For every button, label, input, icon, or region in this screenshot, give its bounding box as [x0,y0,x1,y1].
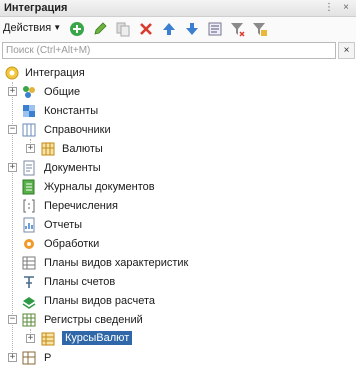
tree-item[interactable]: + Общие [0,83,356,102]
tree-item-label: Перечисления [44,200,118,212]
window-titlebar: Интеграция ⋮ × [0,0,356,17]
filter-icon[interactable] [230,21,246,37]
tree-item-label: Р [44,352,52,364]
move-up-icon[interactable] [161,21,177,37]
chevron-down-icon: ▼ [53,23,62,32]
tree-item[interactable]: Журналы документов [0,178,356,197]
reports-icon [23,217,35,233]
tree-item[interactable]: + Документы [0,159,356,178]
catalog-item-icon [41,142,55,156]
tree-item-label: КурсыВалют [62,331,133,345]
tree-item-label: Обработки [44,238,100,250]
tree-item[interactable]: Планы видов характеристик [0,254,356,273]
expand-icon[interactable]: + [8,163,17,172]
calc-types-icon [22,297,36,309]
constants-icon [23,105,35,117]
tree-item-label: Константы [44,105,99,117]
tree-item[interactable]: Отчеты [0,216,356,235]
search-clear-button[interactable]: × [338,42,355,59]
doc-journals-icon [22,179,35,195]
tree-item[interactable]: + КурсыВалют [0,330,356,349]
search-input[interactable]: Поиск (Ctrl+Alt+M) [2,42,336,59]
tree-item-label: Планы видов расчета [44,295,156,307]
tree-item-label: Справочники [44,124,111,136]
tree-item[interactable]: Интеграция [0,64,356,83]
tree-item-label: Интеграция [25,67,85,79]
tree-item[interactable]: Константы [0,102,356,121]
chart-of-accounts-icon [24,276,34,288]
accumulation-registers-icon [22,351,36,365]
collapse-icon[interactable]: − [8,125,17,134]
properties-icon[interactable] [207,21,223,37]
expand-icon[interactable]: + [26,334,35,343]
char-types-icon [22,256,36,270]
info-registers-icon [22,313,36,327]
tree-item[interactable]: − Регистры сведений [0,311,356,330]
collapse-icon[interactable]: − [8,315,17,324]
move-down-icon[interactable] [184,21,200,37]
common-icon [23,86,35,98]
menu-dots-icon[interactable]: ⋮ [322,1,336,15]
tree-item-label: Планы счетов [44,276,116,288]
tree-item[interactable]: + Валюты [0,140,356,159]
register-item-icon [41,332,55,346]
documents-icon [23,160,35,176]
actions-menu-button[interactable]: Действия ▼ [3,22,61,34]
expand-icon[interactable]: + [8,87,17,96]
edit-icon[interactable] [92,21,108,37]
tree-item-label: Отчеты [44,219,83,231]
delete-icon[interactable] [138,21,154,37]
data-processors-icon [24,239,34,249]
tree-item[interactable]: Планы видов расчета [0,292,356,311]
tree-item[interactable]: − Справочники [0,121,356,140]
window-title: Интеграция [4,2,68,14]
catalogs-icon [22,123,36,137]
copy-icon[interactable] [115,21,131,37]
tree-item-label: Регистры сведений [44,314,143,326]
tree-item[interactable]: Перечисления [0,197,356,216]
tree-item[interactable]: Обработки [0,235,356,254]
expand-icon[interactable]: + [26,144,35,153]
tree-item-label: Общие [44,86,81,98]
actions-label: Действия [3,22,52,34]
tree-item-label: Журналы документов [44,181,155,193]
toolbar: Действия ▼ [0,17,356,42]
add-icon[interactable] [69,21,85,37]
tree-item-label: Планы видов характеристик [44,257,189,269]
config-root-icon [5,66,19,80]
tree-item-label: Валюты [62,143,103,155]
tree-item-label: Документы [44,162,101,174]
tree-item[interactable]: Планы счетов [0,273,356,292]
expand-icon[interactable]: + [8,353,17,362]
tree-item[interactable]: + Р [0,349,356,368]
enums-icon [23,199,35,213]
filter-clear-icon[interactable] [252,21,268,37]
close-icon[interactable]: × [339,1,353,15]
